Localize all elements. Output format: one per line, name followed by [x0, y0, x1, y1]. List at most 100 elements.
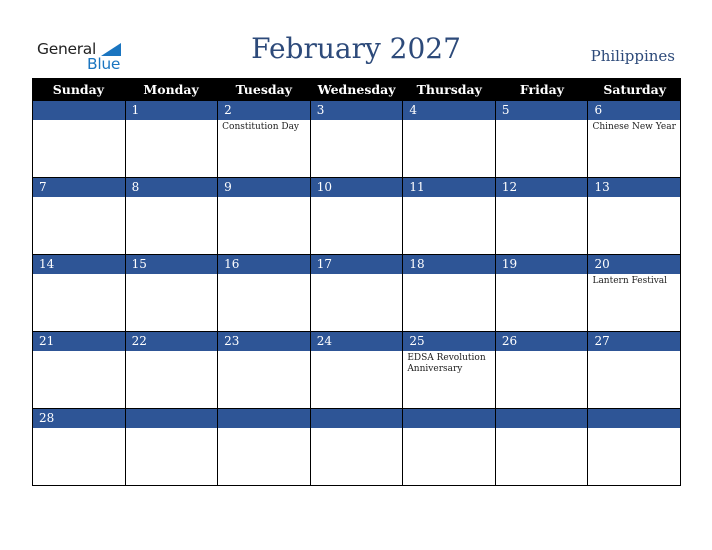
- holiday-label: [218, 351, 310, 353]
- holiday-label: [218, 197, 310, 199]
- day-cell[interactable]: 9: [218, 178, 311, 255]
- day-cell[interactable]: [403, 409, 496, 486]
- holiday-label: [126, 428, 218, 430]
- day-cell[interactable]: 3: [310, 101, 404, 178]
- day-number: 18: [403, 255, 495, 274]
- holiday-label: [496, 351, 588, 353]
- holiday-label: EDSA Revolution Anniversary: [407, 353, 486, 374]
- day-number: 11: [403, 178, 495, 197]
- holiday-label: [311, 428, 403, 430]
- day-cell[interactable]: 14: [33, 255, 126, 332]
- holiday-label: [588, 351, 680, 353]
- day-number: 1: [125, 101, 218, 120]
- day-number: 16: [218, 255, 310, 274]
- holiday-label: [311, 351, 403, 353]
- day-cell[interactable]: [33, 101, 126, 178]
- day-number: 14: [33, 255, 125, 274]
- holiday-label: [311, 197, 403, 199]
- day-cell[interactable]: 26: [495, 332, 589, 409]
- day-number: 24: [310, 332, 403, 351]
- day-number: [310, 409, 403, 428]
- weekday-monday: Monday: [143, 82, 199, 97]
- day-cell[interactable]: 11: [403, 178, 496, 255]
- holiday-label: [126, 351, 218, 353]
- week-row: 7 8 9 10 11 12 13: [32, 178, 682, 255]
- day-number: 15: [125, 255, 218, 274]
- day-cell[interactable]: 20 Lantern Festival: [588, 255, 682, 332]
- day-cell[interactable]: [588, 409, 682, 486]
- day-cell[interactable]: 23: [218, 332, 311, 409]
- day-cell[interactable]: 1: [125, 101, 219, 178]
- holiday-label: [403, 428, 495, 430]
- week-row: 28: [32, 409, 682, 486]
- day-cell[interactable]: 4: [403, 101, 496, 178]
- day-cell[interactable]: 10: [310, 178, 404, 255]
- day-cell[interactable]: 27: [588, 332, 682, 409]
- day-cell[interactable]: 17: [310, 255, 404, 332]
- weekday-header: Sunday Monday Tuesday Wednesday Thursday…: [32, 78, 681, 101]
- day-number: 26: [495, 332, 588, 351]
- day-cell[interactable]: 18: [403, 255, 496, 332]
- day-number: 23: [218, 332, 310, 351]
- day-number: 6: [588, 101, 681, 120]
- day-cell[interactable]: 2 Constitution Day: [218, 101, 311, 178]
- day-number: 22: [125, 332, 218, 351]
- day-cell[interactable]: [310, 409, 404, 486]
- holiday-label: [126, 197, 218, 199]
- day-cell[interactable]: 8: [125, 178, 219, 255]
- weekday-wednesday: Wednesday: [317, 82, 396, 97]
- day-number: [33, 101, 125, 120]
- day-cell[interactable]: 5: [495, 101, 589, 178]
- day-number: 5: [495, 101, 588, 120]
- day-number: 8: [125, 178, 218, 197]
- day-number: 20: [588, 255, 681, 274]
- week-row: 1 2 Constitution Day 3 4 5 6 Chinese New Year: [32, 101, 682, 178]
- holiday-label: [33, 351, 125, 353]
- day-number: 27: [588, 332, 681, 351]
- day-number: 7: [33, 178, 125, 197]
- calendar-grid: Sunday Monday Tuesday Wednesday Thursday…: [32, 78, 682, 486]
- day-number: 21: [33, 332, 125, 351]
- day-cell[interactable]: [495, 409, 589, 486]
- holiday-label: [311, 274, 403, 276]
- day-cell[interactable]: 12: [495, 178, 589, 255]
- holiday-label: [126, 274, 218, 276]
- day-cell[interactable]: 16: [218, 255, 311, 332]
- day-cell[interactable]: 24: [310, 332, 404, 409]
- day-cell[interactable]: 6 Chinese New Year: [588, 101, 682, 178]
- day-cell[interactable]: [125, 409, 219, 486]
- weeks-container: 1 2 Constitution Day 3 4 5 6 Chinese New Year 7 8…: [32, 101, 682, 486]
- day-cell[interactable]: 15: [125, 255, 219, 332]
- day-number: 9: [218, 178, 310, 197]
- day-cell[interactable]: 19: [495, 255, 589, 332]
- holiday-label: [496, 428, 588, 430]
- day-number: 17: [310, 255, 403, 274]
- holiday-label: Lantern Festival: [592, 276, 668, 286]
- day-number: [403, 409, 495, 428]
- holiday-label: [126, 120, 218, 122]
- day-cell[interactable]: 22: [125, 332, 219, 409]
- holiday-label: [588, 428, 680, 430]
- day-cell[interactable]: 21: [33, 332, 126, 409]
- day-number: [495, 409, 588, 428]
- holiday-label: [496, 197, 588, 199]
- day-number: 3: [310, 101, 403, 120]
- day-cell[interactable]: 13: [588, 178, 682, 255]
- holiday-label: [218, 274, 310, 276]
- day-cell[interactable]: [218, 409, 311, 486]
- day-cell[interactable]: 28: [33, 409, 126, 486]
- day-cell[interactable]: 25 EDSA Revolution Anniversary: [403, 332, 496, 409]
- day-number: 19: [495, 255, 588, 274]
- day-cell[interactable]: 7: [33, 178, 126, 255]
- holiday-label: Constitution Day: [222, 122, 300, 132]
- holiday-label: [33, 428, 125, 430]
- holiday-label: [588, 197, 680, 199]
- weekday-saturday: Saturday: [603, 82, 667, 97]
- day-number: [218, 409, 310, 428]
- day-number: [588, 409, 681, 428]
- day-number: 28: [33, 409, 125, 428]
- day-number: 25: [403, 332, 495, 351]
- day-number: 4: [403, 101, 495, 120]
- weekday-tuesday: Tuesday: [235, 82, 292, 97]
- country-label: Philippines: [590, 47, 675, 65]
